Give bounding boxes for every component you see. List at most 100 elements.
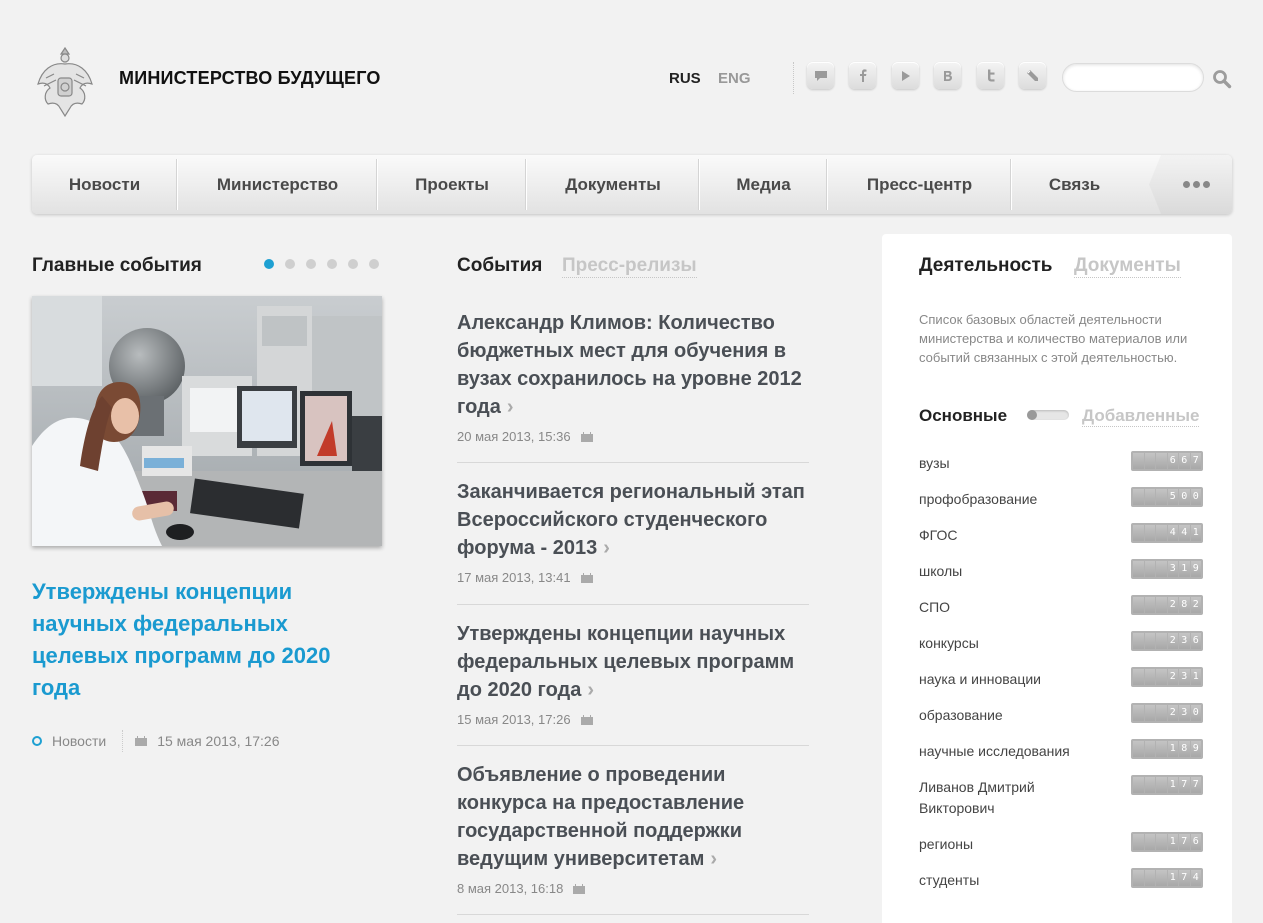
category-label[interactable]: конкурсы (919, 633, 1099, 654)
news-item-title[interactable]: Утверждены концепции научных федеральных… (457, 620, 809, 704)
category-row[interactable]: СПО 282 (919, 595, 1209, 618)
news-item: Александр Климов: Количество бюджетных м… (457, 309, 809, 444)
nav-item-documents[interactable]: Документы (527, 155, 699, 214)
twitter-icon[interactable] (977, 62, 1004, 89)
calendar-icon (580, 572, 593, 583)
slider-dot[interactable] (264, 259, 274, 269)
counter-digit: 1 (1190, 525, 1201, 541)
counter-digit: 4 (1167, 525, 1178, 541)
chat-icon[interactable] (807, 62, 834, 89)
coat-of-arms-logo[interactable] (34, 44, 96, 120)
toggle-main-label[interactable]: Основные (919, 406, 1007, 426)
news-item-title[interactable]: Объявление о проведении конкурса на пред… (457, 761, 809, 873)
counter-digit: 0 (1190, 489, 1201, 505)
activity-toggle-switch[interactable] (1027, 410, 1069, 420)
main-event-headline[interactable]: Утверждены концепции научных федеральных… (32, 576, 372, 704)
facebook-icon[interactable] (849, 62, 876, 89)
counter-digit: 5 (1167, 489, 1178, 505)
category-row[interactable]: наука и инновации 231 (919, 667, 1209, 690)
category-ring-icon (32, 736, 42, 746)
category-label[interactable]: ФГОС (919, 525, 1099, 546)
category-label[interactable]: научные исследования (919, 741, 1099, 762)
news-item-date-row: 20 мая 2013, 15:36 (457, 429, 809, 444)
nav-more-button[interactable] (1149, 155, 1232, 214)
toggle-added-label[interactable]: Добавленные (1082, 406, 1200, 427)
category-label[interactable]: регионы (919, 834, 1099, 855)
news-title-text[interactable]: Заканчивается региональный этап Всеросси… (457, 481, 805, 559)
category-row[interactable]: регионы 176 (919, 832, 1209, 855)
counter-digit: 7 (1179, 777, 1190, 793)
activity-description: Список базовых областей деятельности мин… (919, 312, 1188, 365)
category-row[interactable]: научные исследования 189 (919, 739, 1209, 762)
news-item-title[interactable]: Заканчивается региональный этап Всеросси… (457, 478, 809, 562)
category-row[interactable]: студенты 174 (919, 868, 1209, 891)
news-separator (457, 914, 809, 915)
search-input[interactable] (1062, 63, 1204, 92)
counter-digit: 9 (1190, 561, 1201, 577)
nav-item-media[interactable]: Медиа (700, 155, 827, 214)
lang-rus-link[interactable]: RUS (669, 70, 701, 87)
category-label[interactable]: образование (919, 705, 1099, 726)
tab-activity[interactable]: Деятельность (919, 255, 1052, 277)
counter-digit: 8 (1179, 597, 1190, 613)
chevron-right-icon: › (587, 679, 595, 701)
main-event-photo[interactable] (32, 296, 382, 546)
category-label[interactable]: вузы (919, 453, 1099, 474)
slider-dot[interactable] (306, 259, 316, 269)
category-counter: 319 (1131, 559, 1203, 579)
toggle-knob (1027, 410, 1037, 420)
category-row[interactable]: школы 319 (919, 559, 1209, 582)
counter-digit: 2 (1167, 669, 1178, 685)
counter-digit: 3 (1179, 705, 1190, 721)
nav-item-contact[interactable]: Связь (1012, 155, 1137, 214)
slider-dot[interactable] (327, 259, 337, 269)
news-title-text[interactable]: Утверждены концепции научных федеральных… (457, 623, 794, 701)
vkontakte-icon[interactable] (934, 62, 961, 89)
lang-eng-link[interactable]: ENG (718, 70, 751, 87)
calendar-icon (573, 883, 586, 894)
slider-dot[interactable] (369, 259, 379, 269)
counter-digit: 2 (1190, 597, 1201, 613)
main-events-title: Главные события (32, 255, 202, 276)
tab-events[interactable]: События (457, 255, 542, 277)
tab-documents[interactable]: Документы (1074, 255, 1181, 278)
counter-digit: 0 (1179, 489, 1190, 505)
news-item-title[interactable]: Александр Климов: Количество бюджетных м… (457, 309, 809, 421)
category-label[interactable]: школы (919, 561, 1099, 582)
counter-digit: 2 (1167, 633, 1178, 649)
category-label[interactable]: СПО (919, 597, 1099, 618)
calendar-icon (135, 736, 148, 746)
counter-digit: 7 (1179, 834, 1190, 850)
chevron-right-icon: › (710, 848, 718, 870)
category-counter: 282 (1131, 595, 1203, 615)
site-title[interactable]: МИНИСТЕРСТВО БУДУЩЕГО (119, 68, 381, 89)
meta-divider (122, 730, 124, 752)
category-label[interactable]: студенты (919, 870, 1099, 891)
search-icon[interactable] (1212, 69, 1232, 89)
nav-item-ministry[interactable]: Министерство (178, 155, 377, 214)
category-row[interactable]: профобразование 500 (919, 487, 1209, 510)
main-event-category[interactable]: Новости (52, 733, 106, 749)
chevron-right-icon: › (506, 396, 514, 418)
nav-item-press-center[interactable]: Пресс-центр (828, 155, 1011, 214)
nav-item-projects[interactable]: Проекты (378, 155, 526, 214)
news-item-date: 17 мая 2013, 13:41 (457, 570, 571, 585)
nav-item-news[interactable]: Новости (32, 155, 177, 214)
livejournal-icon[interactable] (1019, 62, 1046, 89)
slider-dot[interactable] (348, 259, 358, 269)
category-label[interactable]: наука и инновации (919, 669, 1099, 690)
category-label[interactable]: профобразование (919, 489, 1099, 510)
category-row[interactable]: вузы 667 (919, 451, 1209, 474)
counter-digit: 7 (1190, 453, 1201, 469)
news-item-date: 8 мая 2013, 16:18 (457, 881, 564, 896)
category-row[interactable]: образование 230 (919, 703, 1209, 726)
category-row[interactable]: ФГОС 441 (919, 523, 1209, 546)
activity-panel: Деятельность Документы Список базовых об… (882, 234, 1232, 923)
news-title-text[interactable]: Объявление о проведении конкурса на пред… (457, 764, 744, 870)
tab-press-releases[interactable]: Пресс-релизы (562, 255, 697, 278)
category-row[interactable]: Ливанов Дмитрий Викторович 177 (919, 775, 1209, 819)
youtube-icon[interactable] (892, 62, 919, 89)
slider-dot[interactable] (285, 259, 295, 269)
category-row[interactable]: конкурсы 236 (919, 631, 1209, 654)
category-label[interactable]: Ливанов Дмитрий Викторович (919, 777, 1069, 819)
